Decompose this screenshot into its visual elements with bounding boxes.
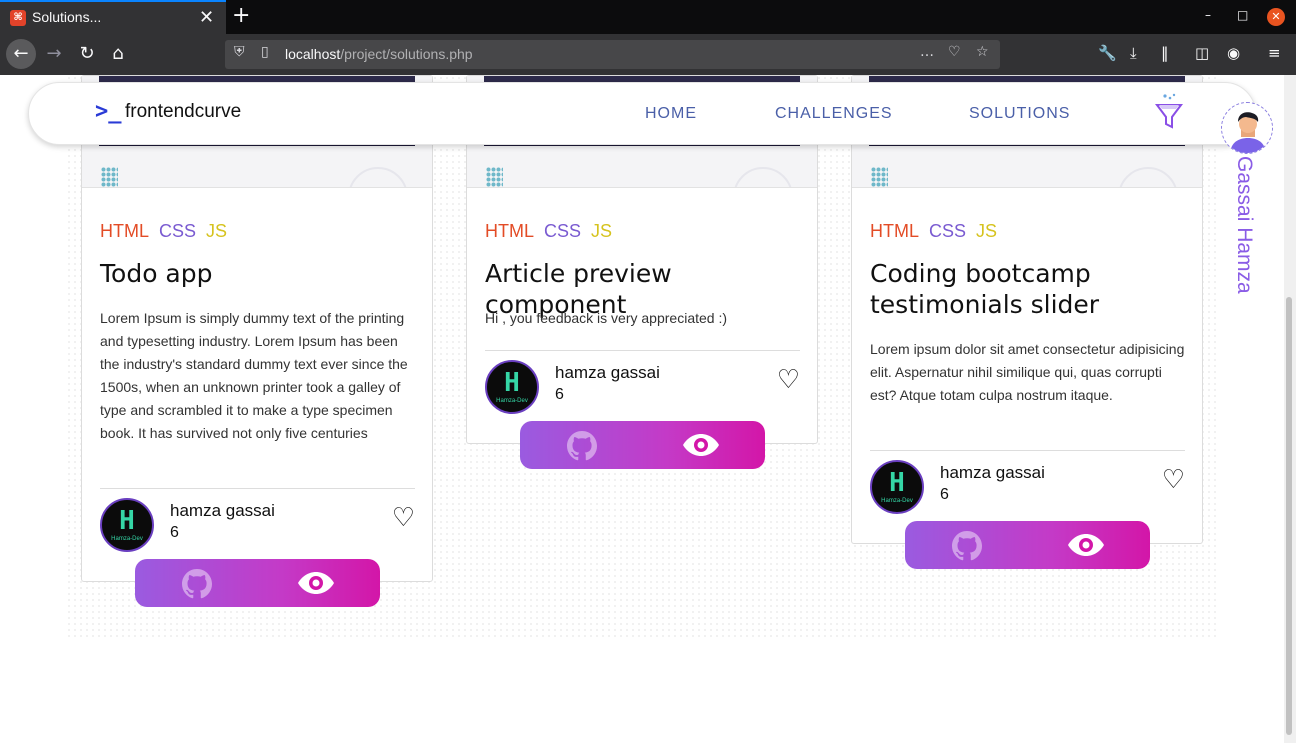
card-actions xyxy=(135,559,380,607)
tag-html: HTML xyxy=(100,221,149,241)
tab-bar: ⌘ Solutions... ✕ + – □ ✕ xyxy=(0,0,1296,34)
reload-icon[interactable]: ↻ xyxy=(72,39,102,69)
card-divider xyxy=(100,488,415,489)
github-icon[interactable] xyxy=(952,531,982,561)
nav-home[interactable]: HOME xyxy=(645,105,697,123)
author-avatar[interactable]: H Hamza-Dev xyxy=(100,498,154,552)
sidebar-icon[interactable]: ◫ xyxy=(1195,44,1209,62)
tech-tags: HTML CSS JS xyxy=(485,221,612,242)
minimize-icon[interactable]: – xyxy=(1205,8,1211,22)
maximize-icon[interactable]: □ xyxy=(1237,8,1248,22)
like-count: 6 xyxy=(170,524,179,541)
author-avatar[interactable]: H Hamza-Dev xyxy=(870,460,924,514)
like-count: 6 xyxy=(555,386,564,403)
shield-icon[interactable]: ⛨ xyxy=(234,44,245,60)
tech-tags: HTML CSS JS xyxy=(100,221,227,242)
logo-text[interactable]: frontendcurve xyxy=(125,101,241,123)
menu-icon[interactable]: ≡ xyxy=(1268,44,1281,62)
wrench-icon[interactable]: 🔧 xyxy=(1098,44,1117,62)
xampp-favicon-icon: ⌘ xyxy=(10,10,26,26)
decor-ring xyxy=(348,167,408,187)
tab-title: Solutions... xyxy=(32,9,102,25)
avatar-label: Hamza-Dev xyxy=(881,498,913,504)
card-title: Coding bootcamp testimonials slider xyxy=(870,259,1100,319)
avatar-logo-icon: H xyxy=(504,368,520,398)
page-icon: ▯ xyxy=(261,44,269,60)
decor-ring xyxy=(1118,167,1178,187)
card-description: Hi , you feedback is very appreciated :) xyxy=(485,310,728,326)
card-divider xyxy=(870,450,1185,451)
heart-icon[interactable]: ♡ xyxy=(777,365,800,395)
avatar-label: Hamza-Dev xyxy=(111,536,143,542)
library-icon[interactable]: ‖ xyxy=(1161,44,1169,62)
pocket-icon[interactable]: ♡ xyxy=(948,44,961,60)
download-icon[interactable]: ⤓ xyxy=(1130,44,1137,62)
new-tab-icon[interactable]: + xyxy=(232,3,250,28)
url-path: /project/solutions.php xyxy=(340,46,473,62)
home-icon[interactable]: ⌂ xyxy=(103,39,133,69)
tag-js: JS xyxy=(591,221,613,241)
card-description: Lorem Ipsum is simply dummy text of the … xyxy=(100,310,408,441)
tag-css: CSS xyxy=(544,221,582,241)
card-divider xyxy=(485,350,800,351)
solution-card: HTML CSS JS Coding bootcamp testimonials s… xyxy=(851,75,1203,544)
nav-solutions[interactable]: SOLUTIONS xyxy=(969,105,1070,123)
tag-html: HTML xyxy=(870,221,919,241)
eye-icon[interactable] xyxy=(683,434,719,456)
more-actions-icon[interactable]: … xyxy=(920,44,934,60)
tech-tags: HTML CSS JS xyxy=(870,221,997,242)
github-icon[interactable] xyxy=(567,431,597,461)
nav-challenges[interactable]: CHALLENGES xyxy=(775,105,893,123)
heart-icon[interactable]: ♡ xyxy=(392,503,415,533)
back-icon[interactable]: ← xyxy=(6,39,36,69)
eye-icon[interactable] xyxy=(1068,534,1104,556)
heart-icon[interactable]: ♡ xyxy=(1162,465,1185,495)
github-icon[interactable] xyxy=(182,569,212,599)
author-avatar[interactable]: H Hamza-Dev xyxy=(485,360,539,414)
avatar-label: Hamza-Dev xyxy=(496,398,528,404)
profile-name[interactable]: Gassai Hamza xyxy=(1232,156,1256,294)
avatar-logo-icon: H xyxy=(889,468,905,498)
url-text[interactable]: localhost/project/solutions.php xyxy=(285,46,473,62)
card-actions xyxy=(520,421,765,469)
dot-pattern xyxy=(486,167,503,187)
author-name[interactable]: hamza gassai xyxy=(555,363,660,383)
author-name[interactable]: hamza gassai xyxy=(940,463,1045,483)
funnel-filter-icon[interactable] xyxy=(1155,93,1183,131)
tag-css: CSS xyxy=(929,221,967,241)
solution-card: HTML CSS JS Todo app Lorem Ipsum is simply… xyxy=(81,75,433,582)
tag-js: JS xyxy=(976,221,998,241)
person-avatar-icon xyxy=(1230,112,1266,153)
close-tab-icon[interactable]: ✕ xyxy=(199,7,214,28)
window-close-icon[interactable]: ✕ xyxy=(1267,8,1285,26)
card-actions xyxy=(905,521,1150,569)
like-count: 6 xyxy=(940,486,949,503)
decor-ring xyxy=(733,167,793,187)
page-viewport: HTML CSS JS Todo app Lorem Ipsum is simply… xyxy=(0,75,1284,743)
card-title: Todo app xyxy=(100,259,213,288)
scrollbar-thumb[interactable] xyxy=(1286,297,1292,735)
tag-html: HTML xyxy=(485,221,534,241)
card-description: Lorem ipsum dolor sit amet consectetur a… xyxy=(870,341,1185,403)
profile-avatar[interactable] xyxy=(1221,102,1273,154)
site-header: >_ frontendcurve HOME CHALLENGES SOLUTIO… xyxy=(28,82,1256,145)
account-icon[interactable]: ◉ xyxy=(1227,44,1240,62)
forward-icon[interactable]: → xyxy=(39,39,69,69)
dot-pattern xyxy=(871,167,888,187)
browser-tab[interactable]: ⌘ Solutions... ✕ xyxy=(0,0,226,34)
tag-css: CSS xyxy=(159,221,197,241)
eye-icon[interactable] xyxy=(298,572,334,594)
dot-pattern xyxy=(101,167,118,187)
bookmark-star-icon[interactable]: ☆ xyxy=(976,44,989,60)
url-host: localhost xyxy=(285,46,341,62)
tag-js: JS xyxy=(206,221,228,241)
avatar-logo-icon: H xyxy=(119,506,135,536)
logo-terminal-icon[interactable]: >_ xyxy=(95,99,122,124)
author-name[interactable]: hamza gassai xyxy=(170,501,275,521)
